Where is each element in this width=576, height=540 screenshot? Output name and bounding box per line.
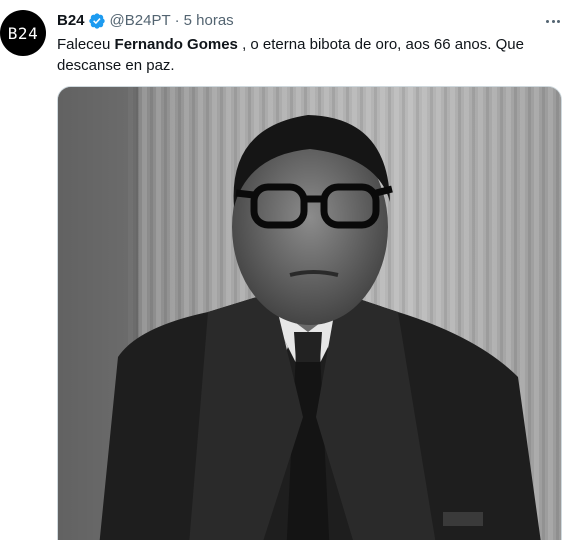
avatar-logo-text: B24 [7,23,39,43]
timestamp[interactable]: 5 horas [184,11,234,31]
tweet-photo[interactable] [57,86,562,540]
tweet-text-bold-name: Fernando Gomes [114,36,238,53]
tweet-text: Faleceu Fernando Gomes , o eterna bibota… [57,34,547,76]
portrait-image [58,87,561,540]
tweet[interactable]: B24 B24 @B24PT · 5 horas Faleceu Fernand… [0,0,576,540]
tweet-header: B24 @B24PT · 5 horas [57,10,564,32]
tweet-text-start: Faleceu [57,36,115,53]
display-name[interactable]: B24 [57,11,85,31]
more-options-icon[interactable] [542,10,564,32]
user-handle[interactable]: @B24PT [110,11,171,31]
avatar[interactable]: B24 [0,10,46,56]
separator-dot: · [174,12,180,29]
verified-badge-icon [88,12,106,30]
